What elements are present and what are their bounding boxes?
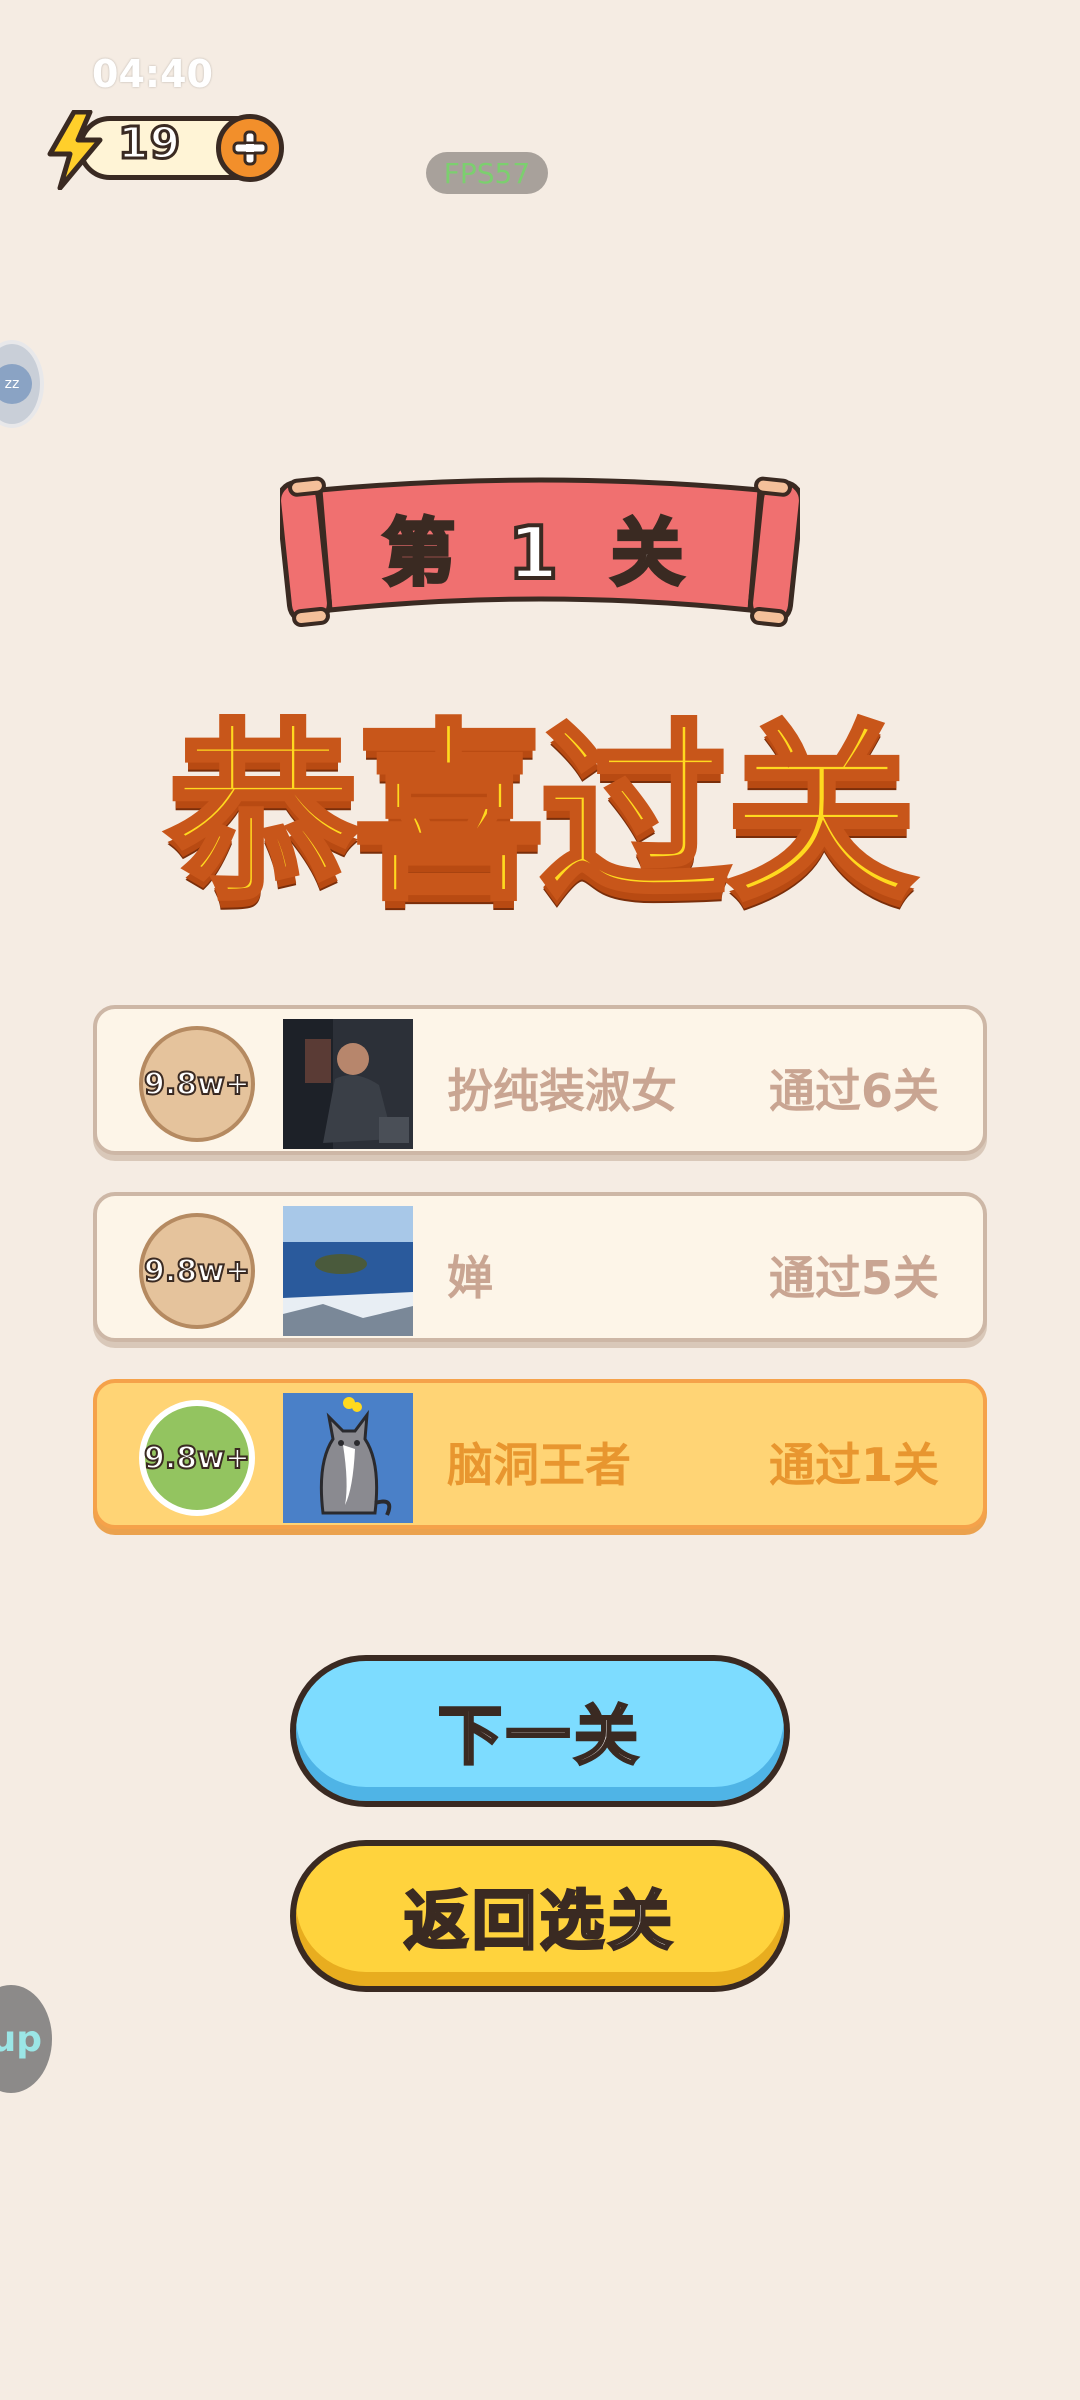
energy-count: 19 (116, 117, 182, 171)
cat-avatar-icon (283, 1393, 413, 1523)
rank-badge: 9.8w+ (139, 1400, 255, 1516)
level-title: 第 1 关 (381, 509, 698, 597)
lightning-icon (47, 110, 103, 190)
back-to-level-select-button[interactable]: 返回选关 (290, 1840, 790, 1992)
status-time: 04:40 (92, 52, 213, 96)
leaderboard-row: 9.8w+ 婵 通过5关 (93, 1192, 987, 1342)
rank-badge: 9.8w+ (139, 1213, 255, 1329)
lake-photo-icon (283, 1206, 413, 1336)
floating-assistant-button[interactable]: zz (0, 340, 44, 428)
floating-up-button[interactable]: up (0, 1985, 52, 2093)
next-level-button[interactable]: 下一关 (290, 1655, 790, 1807)
player-progress: 通过6关 (768, 1064, 939, 1118)
back-to-level-select-label: 返回选关 (403, 1884, 676, 1961)
plus-icon (232, 130, 268, 166)
player-avatar (283, 1019, 413, 1149)
player-progress: 通过1关 (768, 1438, 939, 1492)
person-photo-icon (283, 1019, 413, 1149)
floating-assistant-label: zz (0, 364, 32, 404)
player-name: 扮纯装淑女 (447, 1064, 677, 1118)
congratulations-headline: 恭喜过关 (165, 701, 919, 928)
energy-widget: 19 (44, 110, 284, 190)
fps-indicator: FPS57 (426, 152, 548, 194)
add-energy-button[interactable] (216, 114, 284, 182)
leaderboard-row-current-player: 9.8w+ 脑洞王者 通过1关 (93, 1379, 987, 1529)
player-name: 脑洞王者 (447, 1438, 631, 1492)
player-avatar (283, 1206, 413, 1336)
next-level-label: 下一关 (437, 1699, 642, 1776)
rank-badge: 9.8w+ (139, 1026, 255, 1142)
floating-up-label: up (0, 2018, 42, 2060)
level-ribbon: 第 1 关 (276, 470, 804, 635)
player-name: 婵 (447, 1251, 493, 1305)
leaderboard-row: 9.8w+ 扮纯装淑女 通过6关 (93, 1005, 987, 1155)
player-avatar (283, 1393, 413, 1523)
player-progress: 通过5关 (768, 1251, 939, 1305)
